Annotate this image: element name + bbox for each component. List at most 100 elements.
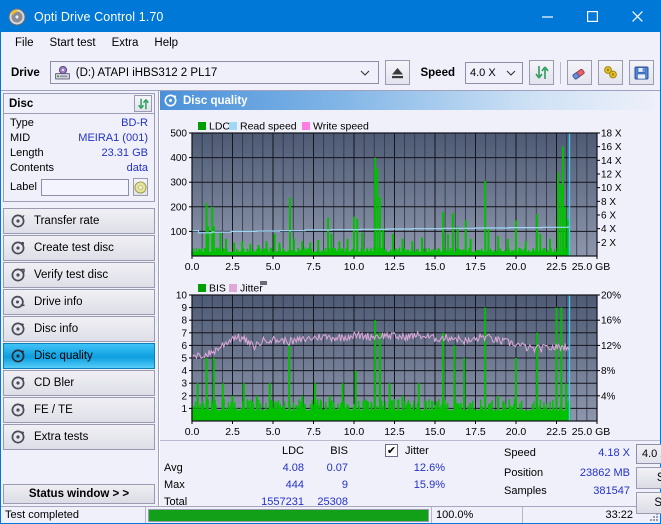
- svg-text:Jitter: Jitter: [240, 283, 263, 295]
- svg-text:0.0: 0.0: [185, 426, 200, 438]
- jitter-label: Jitter: [405, 445, 429, 457]
- chevron-down-icon[interactable]: [360, 70, 376, 76]
- speed-select[interactable]: 4.0 X: [465, 61, 523, 84]
- start-full-button[interactable]: Start full: [636, 467, 661, 489]
- eject-button[interactable]: [385, 60, 411, 85]
- start-part-button[interactable]: Start part: [636, 492, 661, 514]
- disc-row-contents: Contents data: [8, 161, 150, 176]
- drive-icon: [54, 65, 70, 80]
- panel-title: Disc quality: [183, 94, 248, 107]
- disc-quality-charts[interactable]: LDC Read speed Write speed 100 200 300 400 500 2…: [160, 110, 660, 440]
- svg-text:12.5: 12.5: [384, 426, 405, 438]
- samples-label: Samples: [504, 485, 547, 497]
- sidebar-item-extra-tests[interactable]: Extra tests: [3, 424, 155, 450]
- disc-burn-icon: [11, 241, 25, 255]
- disc-row-mid: MID MEIRA1 (001): [8, 131, 150, 146]
- status-window-button[interactable]: Status window > >: [3, 484, 155, 504]
- refresh-button[interactable]: [529, 60, 554, 85]
- svg-text:Write speed: Write speed: [313, 121, 369, 133]
- minimize-button[interactable]: [525, 1, 570, 32]
- disc-mid-value: MEIRA1 (001): [78, 132, 148, 144]
- disc-contents-label: Contents: [10, 162, 55, 174]
- svg-text:7.5: 7.5: [306, 426, 321, 438]
- svg-text:BIS: BIS: [209, 283, 226, 295]
- svg-text:1: 1: [181, 404, 187, 415]
- save-button[interactable]: [629, 60, 654, 85]
- svg-text:22.5: 22.5: [546, 426, 567, 438]
- svg-text:8%: 8%: [601, 366, 616, 377]
- disc-label-input[interactable]: [40, 178, 129, 196]
- menu-start-test[interactable]: Start test: [42, 34, 104, 52]
- chevron-down-icon[interactable]: [506, 70, 522, 76]
- svg-text:8 X: 8 X: [601, 197, 616, 208]
- sidebar: Disc Type BD-R MID MEIRA1 (001) Length 2…: [1, 91, 159, 506]
- disc-contents-value: data: [126, 162, 148, 174]
- sidebar-item-label: Transfer rate: [34, 215, 100, 227]
- jitter-avg-value: 12.6%: [413, 462, 445, 474]
- jitter-checkbox[interactable]: ✔: [385, 444, 398, 457]
- sidebar-item-disc-info[interactable]: Disc info: [3, 316, 155, 342]
- svg-text:14 X: 14 X: [601, 156, 622, 167]
- close-button[interactable]: [615, 1, 660, 32]
- drive-select[interactable]: (D:) ATAPI iHBS312 2 PL17: [49, 61, 380, 84]
- status-message: Test completed: [5, 509, 79, 521]
- statistics-table: LDC BIS Avg 4.08 0.07 12.6% Max 444 9 15…: [160, 443, 500, 508]
- test-speed-select[interactable]: 4.0 X: [636, 444, 661, 464]
- sidebar-item-cd-bler[interactable]: CD Bler: [3, 370, 155, 396]
- sidebar-item-disc-quality[interactable]: Disc quality: [3, 343, 155, 369]
- svg-text:12 X: 12 X: [601, 170, 622, 181]
- svg-text:10 X: 10 X: [601, 183, 622, 194]
- sidebar-item-label: Extra tests: [34, 431, 89, 443]
- sidebar-item-create-test-disc[interactable]: Create test disc: [3, 235, 155, 261]
- maximize-button[interactable]: [570, 1, 615, 32]
- sidebar-item-drive-info[interactable]: Drive info: [3, 289, 155, 315]
- svg-text:22.5: 22.5: [546, 261, 567, 273]
- disc-row-length: Length 23.31 GB: [8, 146, 150, 161]
- disc-type-label: Type: [10, 117, 34, 129]
- disc-info-panel: Disc Type BD-R MID MEIRA1 (001) Length 2…: [3, 93, 155, 202]
- svg-text:5.0: 5.0: [266, 261, 281, 273]
- svg-text:2 X: 2 X: [601, 238, 616, 249]
- svg-text:5.0: 5.0: [266, 426, 281, 438]
- disc-label-apply-button[interactable]: [133, 178, 148, 196]
- progress-percent: 100.0%: [436, 509, 474, 521]
- disc-refresh-button[interactable]: [134, 95, 152, 112]
- svg-text:15.0: 15.0: [425, 261, 446, 273]
- svg-text:100: 100: [170, 227, 187, 238]
- sidebar-item-transfer-rate[interactable]: Transfer rate: [3, 208, 155, 234]
- ldc-avg-value: 4.08: [282, 462, 304, 474]
- title-bar: Opti Drive Control 1.70: [1, 1, 660, 32]
- svg-text:18 X: 18 X: [601, 129, 622, 140]
- status-bar: Test completed 100.0% 33:22: [1, 506, 660, 523]
- tools-button[interactable]: [598, 60, 623, 85]
- menu-bar: File Start test Extra Help: [1, 32, 660, 55]
- cd-bler-icon: [11, 376, 25, 390]
- svg-text:4 X: 4 X: [601, 224, 616, 235]
- sidebar-item-verify-test-disc[interactable]: Verify test disc: [3, 262, 155, 288]
- menu-extra[interactable]: Extra: [104, 34, 147, 52]
- toolbar: Drive (D:) ATAPI iHBS312 2 PL17 Speed 4.…: [1, 55, 660, 91]
- eraser-button[interactable]: [567, 60, 592, 85]
- fe-te-icon: [11, 403, 25, 417]
- menu-file[interactable]: File: [7, 34, 42, 52]
- col-header-bis: BIS: [330, 445, 348, 457]
- svg-text:300: 300: [170, 178, 187, 189]
- sidebar-item-fe-te[interactable]: FE / TE: [3, 397, 155, 423]
- disc-row-type: Type BD-R: [8, 116, 150, 131]
- disc-panel-header: Disc: [4, 94, 154, 114]
- svg-text:12%: 12%: [601, 341, 621, 352]
- menu-help[interactable]: Help: [146, 34, 186, 52]
- svg-text:20%: 20%: [601, 291, 621, 302]
- disc-label-row: Label: [8, 176, 150, 198]
- sidebar-item-label: Drive info: [34, 296, 83, 308]
- test-speed-value: 4.0 X: [642, 448, 661, 460]
- disc-mid-label: MID: [10, 132, 31, 144]
- svg-text:2.5: 2.5: [225, 261, 240, 273]
- progress-bar: [146, 507, 431, 523]
- sidebar-item-label: Create test disc: [34, 242, 114, 254]
- panel-header: Disc quality: [160, 91, 660, 110]
- toolbar-separator: [560, 61, 561, 84]
- app-icon: [8, 8, 26, 26]
- svg-text:20.0: 20.0: [506, 261, 527, 273]
- disc-type-value: BD-R: [121, 117, 148, 129]
